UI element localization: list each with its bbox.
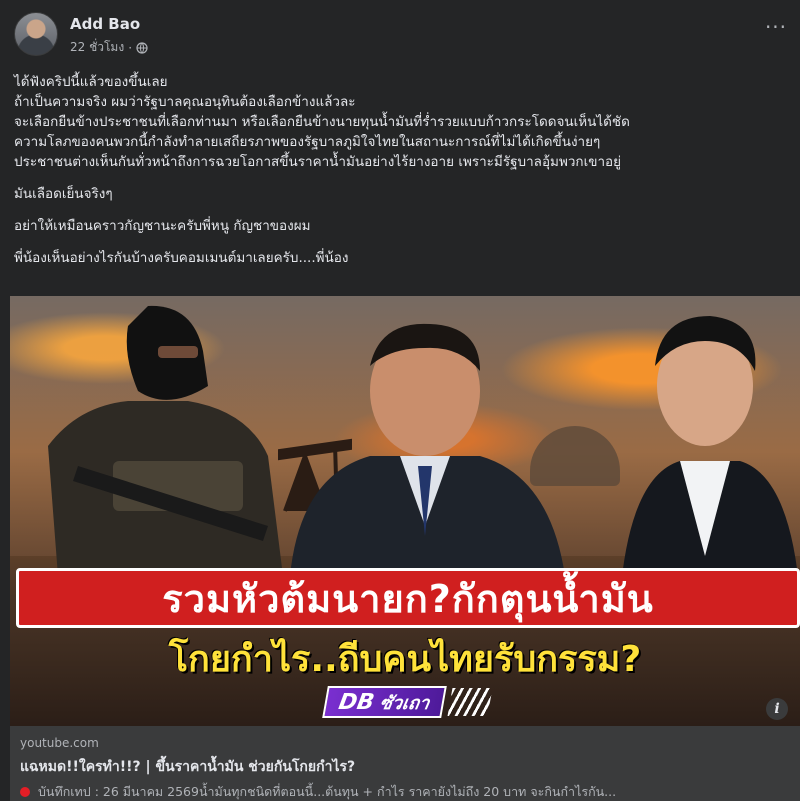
post-paragraph-3: อย่าให้เหมือนคราวกัญชานะครับพี่หนู กัญชา… (14, 218, 311, 234)
masked-soldier-figure (48, 305, 283, 576)
post-time[interactable]: 22 ชั่วโมง (70, 38, 124, 57)
link-title[interactable]: แฉหมด!!ใครทำ!!? | ขึ้นราคาน้ำมัน ช่วยกัน… (20, 756, 355, 778)
man-in-suit-figure (620, 316, 800, 596)
headline-banner-red: รวมหัวต้มนายก?กักตุนน้ำมัน (16, 568, 800, 628)
post-meta: 22 ชั่วโมง · (70, 38, 148, 57)
post-line-2: ถ้าเป็นความจริง ผมว่ารัฐบาลคุณอนุทินต้อง… (14, 94, 356, 110)
link-domain: youtube.com (20, 736, 99, 750)
post-header: Add Bao 22 ชั่วโมง · ··· (0, 0, 800, 62)
red-dot-icon (20, 787, 30, 797)
headline-banner-yellow: โกยกำไร..ถีบคนไทยรับกรรม? (168, 638, 642, 680)
channel-logo-name: ซัวเถา (378, 692, 432, 714)
logo-stripes (447, 688, 492, 716)
post-line-5: ประชาชนต่างเห็นกันทั่วหน้าถึงการฉวยโอกาส… (14, 154, 622, 170)
meta-separator: · (128, 40, 133, 55)
author-name[interactable]: Add Bao (70, 15, 140, 33)
post-line-4: ความโลภของคนพวกนี้กำลังทำลายเสถียรภาพของ… (14, 134, 601, 150)
smiling-man-figure (290, 323, 565, 576)
info-icon[interactable]: i (766, 698, 788, 720)
link-preview[interactable]: youtube.com แฉหมด!!ใครทำ!!? | ขึ้นราคาน้… (10, 726, 800, 801)
post-line-1: ได้ฟังคริปนี้แล้วของขึ้นเลย (14, 74, 168, 90)
video-thumbnail[interactable]: รวมหัวต้มนายก?กักตุนน้ำมัน โกยกำไร..ถีบค… (10, 296, 800, 726)
link-description: บันทึกเทป : 26 มีนาคม 2569น้ำมันทุกชนิดท… (20, 782, 616, 801)
globe-icon (136, 41, 148, 54)
channel-logo-db: DB (336, 689, 377, 715)
post-paragraph-4: พี่น้องเห็นอย่างไรกันบ้างครับคอมเมนต์มาเ… (14, 250, 349, 266)
more-options-icon[interactable]: ··· (762, 17, 790, 40)
link-description-text: บันทึกเทป : 26 มีนาคม 2569น้ำมันทุกชนิดท… (38, 784, 617, 799)
post-line-3: จะเลือกยืนข้างประชาชนที่เลือกท่านมา หรือ… (14, 114, 630, 130)
post-text: ได้ฟังคริปนี้แล้วของขึ้นเลย ถ้าเป็นความจ… (14, 72, 786, 268)
avatar[interactable] (14, 12, 58, 56)
channel-logo: DB ซัวเถา (322, 684, 525, 720)
channel-logo-box: DB ซัวเถา (322, 686, 447, 718)
post-paragraph-2: มันเลือดเย็นจริงๆ (14, 186, 113, 202)
